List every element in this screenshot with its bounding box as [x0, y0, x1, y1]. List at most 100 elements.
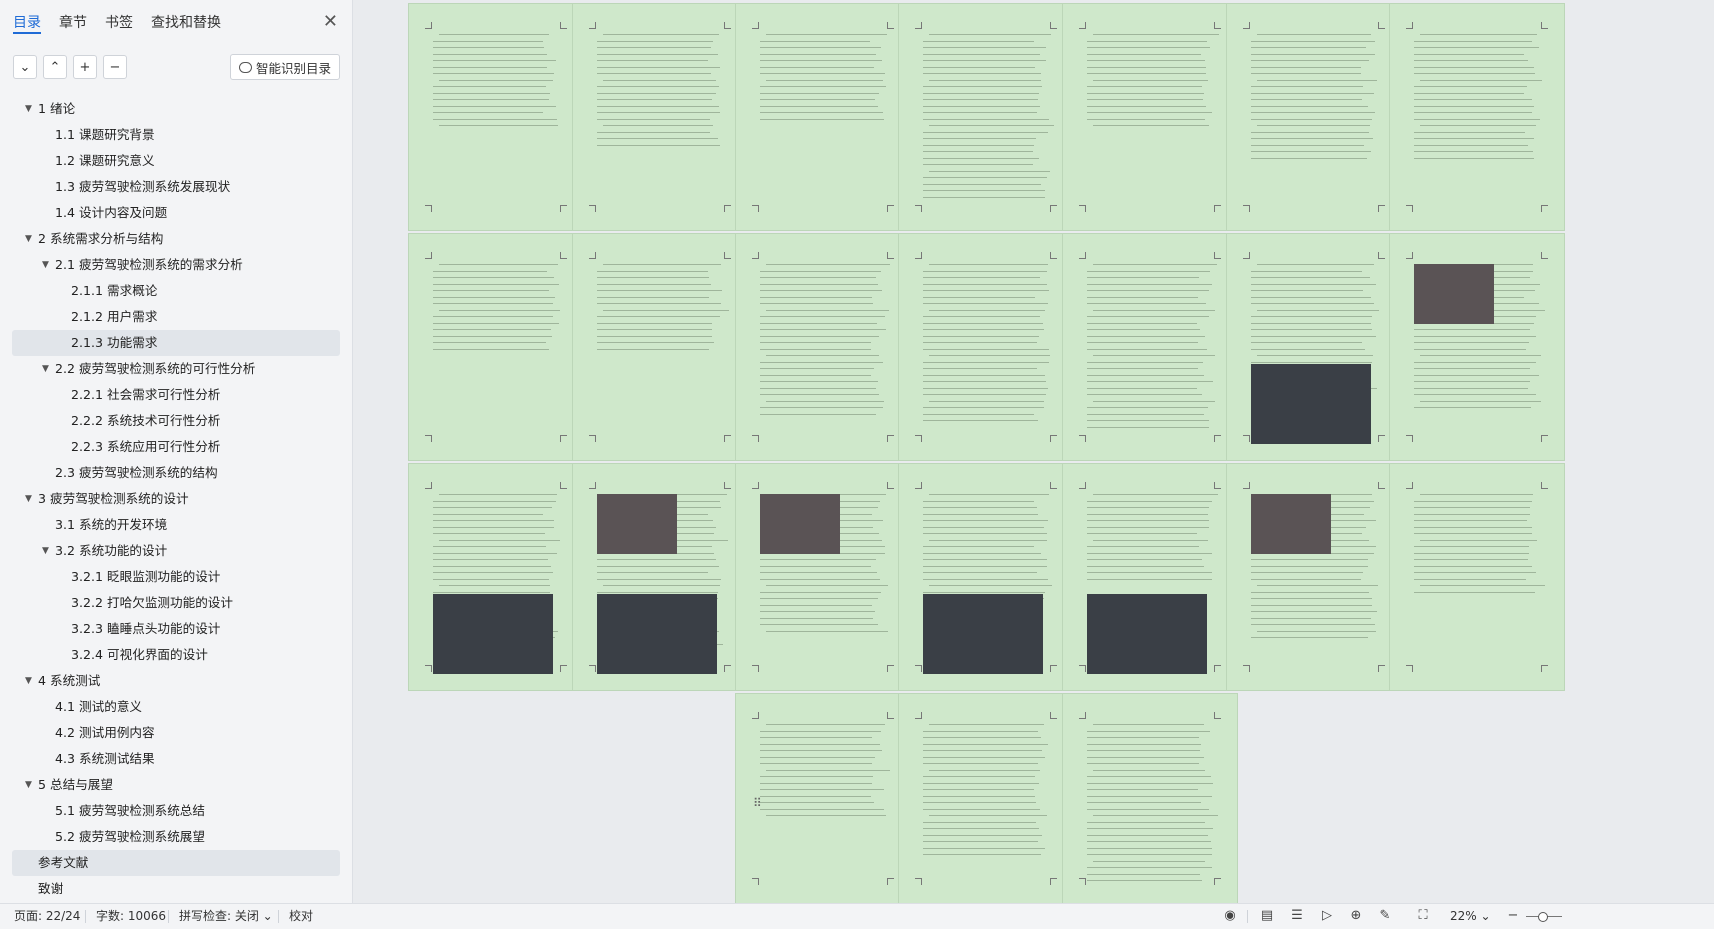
toc-item[interactable]: 5.1 疲劳驾驶检测系统总结: [0, 798, 352, 824]
toc-item[interactable]: 3.1 系统的开发环境: [0, 512, 352, 538]
text-line: [1087, 92, 1205, 94]
text-line: [923, 92, 1039, 94]
tab-toc[interactable]: 目录: [13, 12, 41, 34]
expand-triangle-icon[interactable]: ▼: [25, 668, 32, 694]
page-thumbnail[interactable]: [736, 464, 910, 690]
word-count[interactable]: 字数: 10066: [96, 904, 166, 929]
page-thumbnail[interactable]: [1227, 464, 1401, 690]
add-entry-button[interactable]: +: [73, 55, 97, 79]
toc-item[interactable]: 5.2 疲劳驾驶检测系统展望: [0, 824, 352, 850]
page-thumbnail-area[interactable]: ⠿: [353, 0, 1714, 903]
remove-entry-button[interactable]: −: [103, 55, 127, 79]
text-line: [1087, 565, 1205, 567]
text-line: [1087, 335, 1205, 337]
expand-triangle-icon[interactable]: ▼: [42, 356, 49, 382]
toc-item[interactable]: 2.1.1 需求概论: [0, 278, 352, 304]
play-icon[interactable]: ▷: [1320, 909, 1334, 923]
eye-icon[interactable]: ◉: [1223, 909, 1237, 923]
page-thumbnail[interactable]: [573, 234, 747, 460]
expand-triangle-icon[interactable]: ▼: [42, 252, 49, 278]
crop-mark: [1406, 22, 1413, 29]
zoom-level[interactable]: 22% ⌄: [1450, 904, 1491, 929]
page-indicator[interactable]: 页面: 22/24: [14, 904, 80, 929]
expand-triangle-icon[interactable]: ▼: [25, 226, 32, 252]
toc-item[interactable]: 3.2.2 打哈欠监测功能的设计: [0, 590, 352, 616]
tab-find-replace[interactable]: 查找和替换: [151, 12, 221, 34]
expand-all-button[interactable]: ⌄: [13, 55, 37, 79]
page-thumbnail[interactable]: [736, 234, 910, 460]
toc-item[interactable]: ▼ 3.2 系统功能的设计: [0, 538, 352, 564]
toc-item[interactable]: 1.1 课题研究背景: [0, 122, 352, 148]
toc-item[interactable]: ▼ 3 疲劳驾驶检测系统的设计: [0, 486, 352, 512]
pen-icon[interactable]: ✎: [1378, 909, 1392, 923]
toc-item[interactable]: 2.1.3 功能需求: [12, 330, 340, 356]
toc-item[interactable]: ▼ 2 系统需求分析与结构: [0, 226, 352, 252]
page-thumbnail[interactable]: [899, 464, 1073, 690]
page-thumbnail[interactable]: [899, 234, 1073, 460]
page-thumbnail[interactable]: [1227, 4, 1401, 230]
smart-recognize-toc-button[interactable]: 智能识别目录: [229, 54, 340, 80]
toc-item[interactable]: ▼ 2.2 疲劳驾驶检测系统的可行性分析: [0, 356, 352, 382]
page-thumbnail[interactable]: [573, 4, 747, 230]
text-line: [597, 86, 719, 88]
page-thumbnail[interactable]: [573, 464, 747, 690]
page-thumbnail[interactable]: [1390, 4, 1564, 230]
page-thumbnail[interactable]: [1063, 4, 1237, 230]
page-thumbnail[interactable]: [1063, 234, 1237, 460]
toc-item[interactable]: ▼ 5 总结与展望: [0, 772, 352, 798]
toc-item[interactable]: 4.1 测试的意义: [0, 694, 352, 720]
spell-check-toggle[interactable]: 拼写检查: 关闭 ⌄: [179, 904, 273, 929]
toc-item[interactable]: 1.4 设计内容及问题: [0, 200, 352, 226]
toc-item[interactable]: 3.2.4 可视化界面的设计: [0, 642, 352, 668]
toc-item[interactable]: 2.3 疲劳驾驶检测系统的结构: [0, 460, 352, 486]
text-line: [1087, 782, 1213, 784]
page-thumbnail[interactable]: [899, 694, 1073, 903]
page-thumbnail[interactable]: [736, 4, 910, 230]
toc-item[interactable]: 4.2 测试用例内容: [0, 720, 352, 746]
toc-item[interactable]: 4.3 系统测试结果: [0, 746, 352, 772]
text-line: [1414, 500, 1533, 502]
page-thumbnail[interactable]: [409, 464, 583, 690]
expand-triangle-icon[interactable]: ▼: [25, 96, 32, 122]
expand-triangle-icon[interactable]: ▼: [42, 538, 49, 564]
proofread-button[interactable]: 校对: [289, 904, 313, 929]
toc-item[interactable]: 1.3 疲劳驾驶检测系统发展现状: [0, 174, 352, 200]
page-thumbnail[interactable]: [1390, 234, 1564, 460]
page-thumbnail[interactable]: [899, 4, 1073, 230]
page-thumbnail[interactable]: [1390, 464, 1564, 690]
expand-triangle-icon[interactable]: ▼: [25, 772, 32, 798]
page-view-icon[interactable]: ▤: [1260, 909, 1274, 923]
toc-item[interactable]: 3.2.3 瞌睡点头功能的设计: [0, 616, 352, 642]
toc-item[interactable]: 2.2.2 系统技术可行性分析: [0, 408, 352, 434]
toc-item[interactable]: ▼ 2.1 疲劳驾驶检测系统的需求分析: [0, 252, 352, 278]
toc-item[interactable]: ▼ 4 系统测试: [0, 668, 352, 694]
page-thumbnail[interactable]: [1063, 694, 1237, 903]
tab-bookmarks[interactable]: 书签: [105, 12, 133, 34]
tab-chapters[interactable]: 章节: [59, 12, 87, 34]
toc-item[interactable]: 3.2.1 眨眼监测功能的设计: [0, 564, 352, 590]
toc-item[interactable]: 2.2.1 社会需求可行性分析: [0, 382, 352, 408]
page-thumbnail[interactable]: [1063, 464, 1237, 690]
text-line: [1093, 79, 1209, 81]
toc-item[interactable]: 2.2.3 系统应用可行性分析: [0, 434, 352, 460]
toc-item[interactable]: 2.1.2 用户需求: [0, 304, 352, 330]
toc-item[interactable]: 致谢: [0, 876, 352, 902]
page-thumbnail[interactable]: [1227, 234, 1401, 460]
globe-icon[interactable]: ⊕: [1349, 909, 1363, 923]
expand-triangle-icon[interactable]: ▼: [25, 486, 32, 512]
outline-view-icon[interactable]: ☰: [1290, 909, 1304, 923]
page-thumbnail[interactable]: [409, 4, 583, 230]
zoom-out-icon[interactable]: −: [1506, 909, 1520, 923]
toc-item[interactable]: 1.2 课题研究意义: [0, 148, 352, 174]
collapse-all-button[interactable]: ⌃: [43, 55, 67, 79]
text-line: [433, 507, 553, 509]
drag-handle-icon[interactable]: ⠿: [753, 797, 765, 818]
text-line: [1251, 40, 1375, 42]
page-thumbnail[interactable]: [409, 234, 583, 460]
close-pane-icon[interactable]: ✕: [323, 12, 338, 32]
toc-item[interactable]: 参考文献: [12, 850, 340, 876]
fit-icon[interactable]: ⛶: [1416, 909, 1430, 923]
text-line: [1251, 624, 1376, 626]
zoom-slider-thumb[interactable]: [1538, 912, 1548, 922]
toc-item[interactable]: ▼ 1 绪论: [0, 96, 352, 122]
